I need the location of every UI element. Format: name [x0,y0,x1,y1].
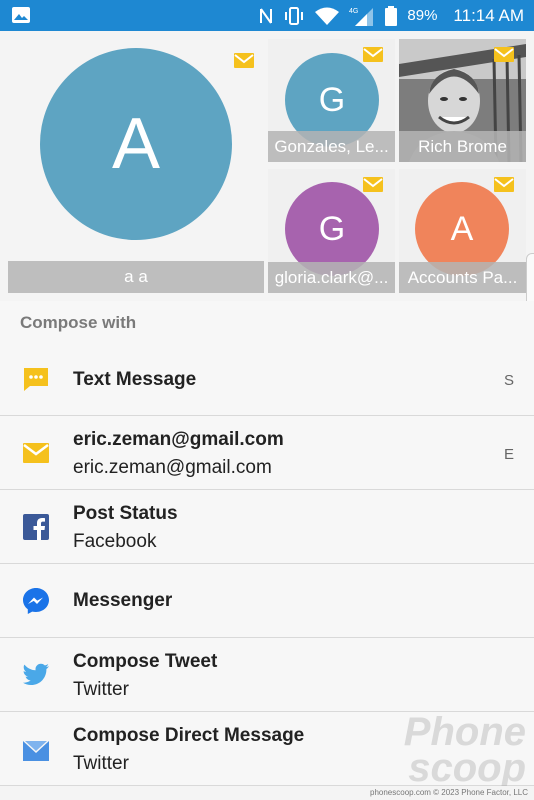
email-badge-icon [494,177,514,192]
compose-option-messenger[interactable]: Messenger [0,564,534,638]
status-bar: 4G 89% 11:14 AM [0,0,534,31]
vibrate-icon [285,6,304,25]
contact-tile-gloria-clark[interactable]: G gloria.clark@... [268,169,395,293]
contact-tile-gonzales[interactable]: G Gonzales, Le... [268,39,395,162]
option-subtitle: Twitter [73,753,129,774]
message-icon [22,365,50,393]
contact-name: Accounts Pa... [399,262,526,293]
option-title: Compose Direct Message [73,725,305,746]
contact-tile-rich-brome[interactable]: Rich Brome [399,39,526,162]
compose-header: Compose with [20,313,137,332]
svg-text:4G: 4G [349,8,358,15]
facebook-icon [22,513,50,541]
messenger-icon [22,587,50,615]
compose-option-text-message[interactable]: Text Message S [0,345,534,416]
footer-credit: phonescoop.com © 2023 Phone Factor, LLC [0,786,534,800]
option-title: Text Message [73,369,197,390]
battery-icon [385,5,398,26]
contact-tile-accounts-payable[interactable]: A Accounts Pa... [399,169,526,293]
battery-percent: 89% [407,7,438,24]
signal-icon: 4G [349,7,374,26]
option-title: Post Status [73,503,178,524]
contact-tile-a-a[interactable]: A a a [8,39,264,293]
email-badge-icon [494,47,514,62]
email-badge-icon [363,177,383,192]
email-badge-icon [363,47,383,62]
option-shortcut-letter: E [503,446,514,463]
compose-option-tweet[interactable]: Compose Tweet Twitter [0,638,534,712]
option-subtitle: Twitter [73,679,129,700]
option-title: eric.zeman@gmail.com [73,429,284,450]
compose-option-facebook[interactable]: Post Status Facebook [0,490,534,564]
email-badge-icon [234,53,254,68]
option-shortcut-letter: S [503,372,514,389]
contact-name: a a [8,261,264,293]
email-icon [22,439,50,467]
option-subtitle: eric.zeman@gmail.com [73,457,272,478]
recent-contacts-grid: A a a G Gonzales, Le... Rich Brome G glo… [0,31,534,301]
option-subtitle: Facebook [73,531,157,552]
clock: 11:14 AM [453,5,524,25]
image-icon [12,7,30,23]
watermark-logo: Phone scoop [403,710,526,790]
contact-name: gloria.clark@... [268,262,395,293]
contact-name: Gonzales, Le... [268,131,395,162]
direct-message-icon [22,737,50,765]
twitter-icon [22,661,50,689]
avatar: A [40,48,232,240]
option-title: Messenger [73,590,173,611]
wifi-icon [315,7,340,25]
contact-name: Rich Brome [399,131,526,162]
option-title: Compose Tweet [73,651,218,672]
compose-option-email[interactable]: eric.zeman@gmail.com eric.zeman@gmail.co… [0,416,534,490]
nfc-icon [260,7,273,24]
